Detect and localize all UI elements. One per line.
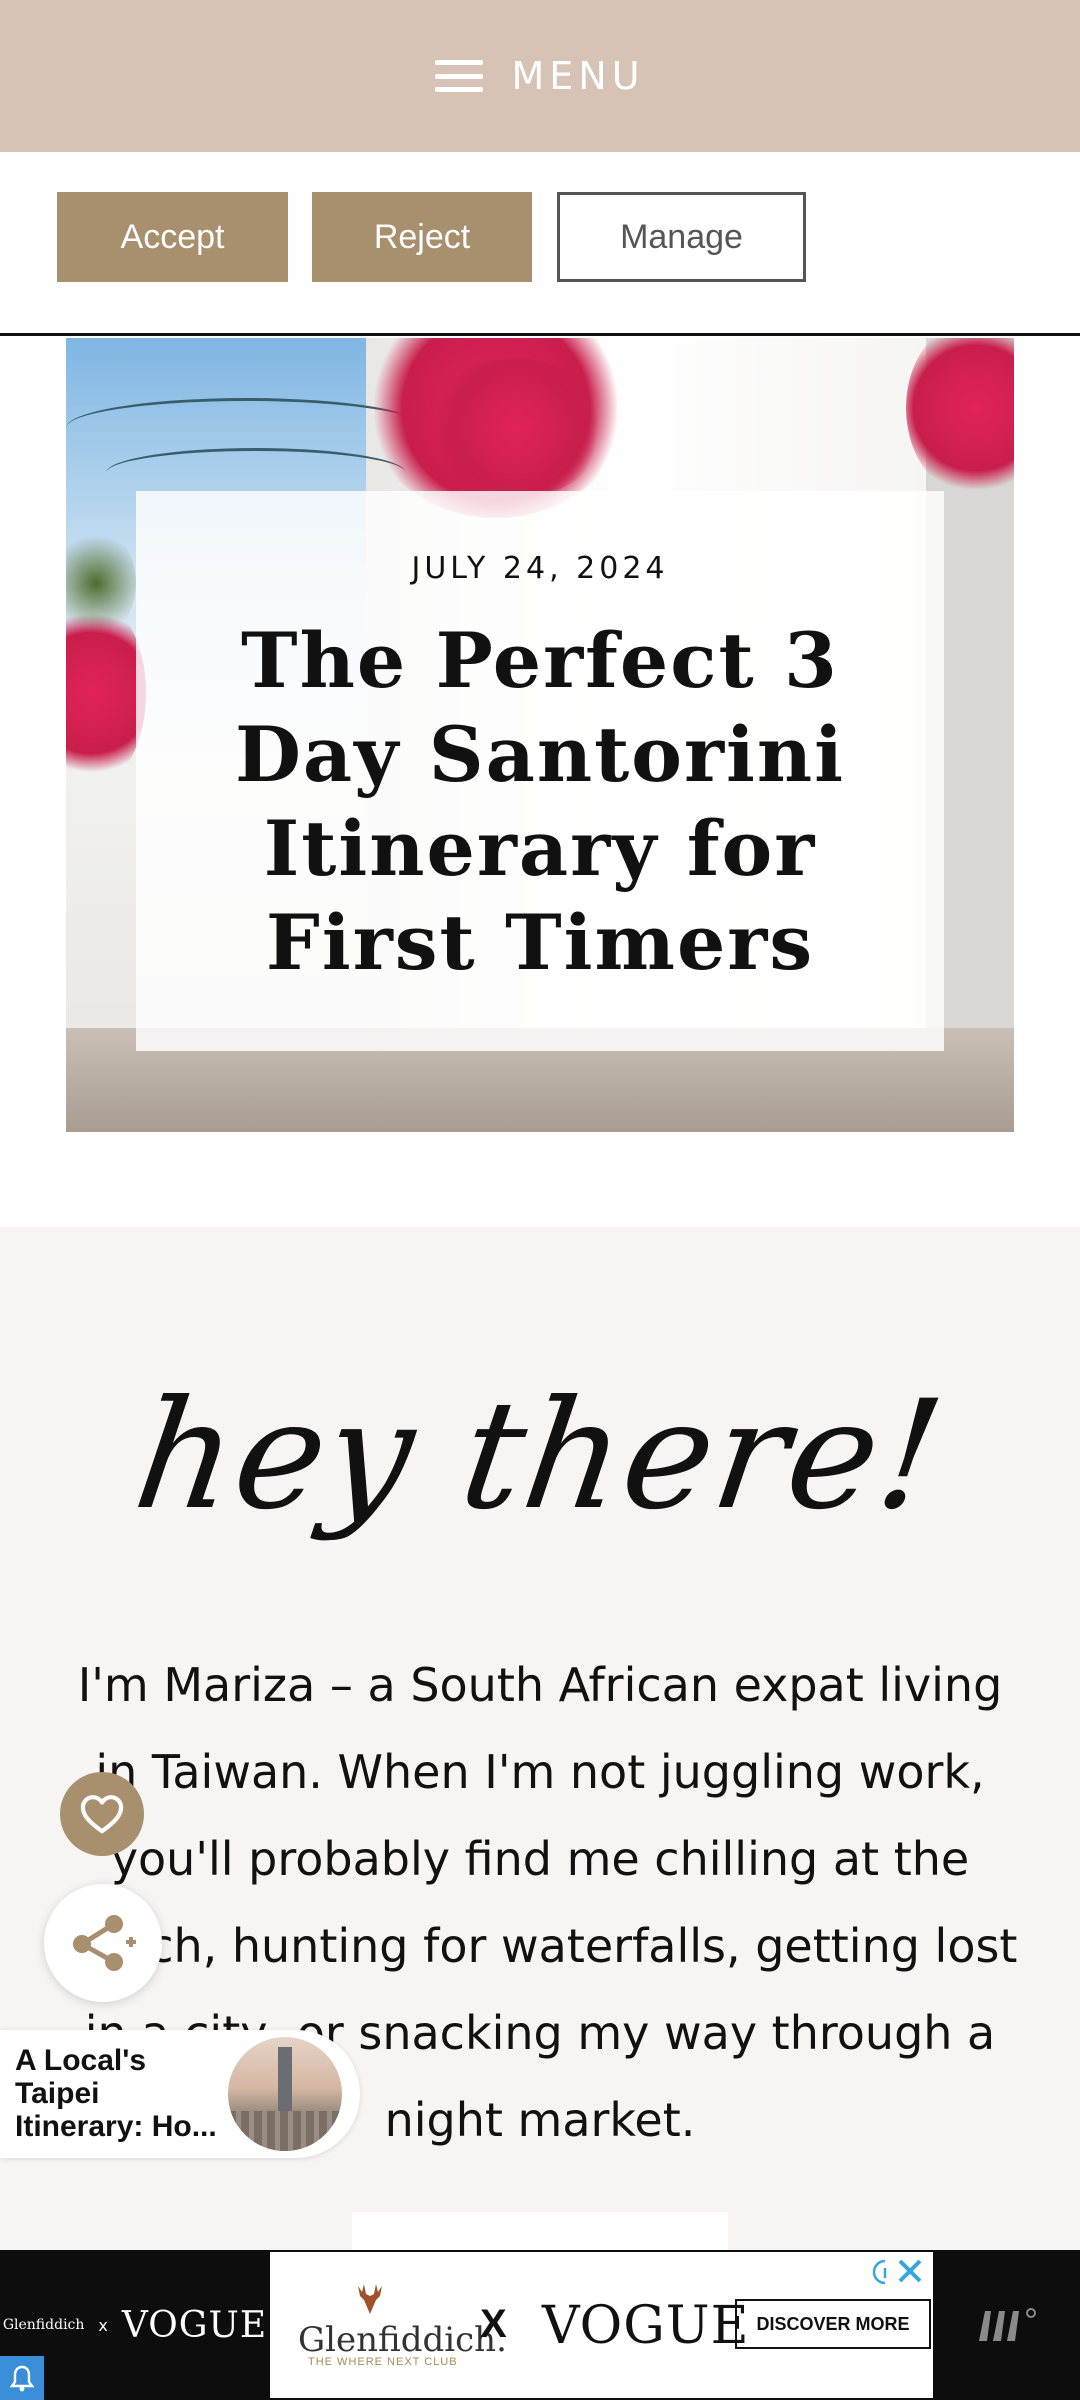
post-date: JULY 24, 2024	[411, 551, 669, 586]
stag-logo-icon	[358, 2284, 382, 2314]
hero-image[interactable]: JULY 24, 2024 The Perfect 3 Day Santorin…	[66, 338, 1014, 1132]
ad-creative[interactable]: Glenfiddich. THE WHERE NEXT CLUB X VOGUE…	[270, 2252, 933, 2398]
ad-banner[interactable]: Glenfiddich x VOGUE Glenfiddich. THE WHE…	[0, 2250, 1080, 2400]
ad-info-icon[interactable]	[865, 2258, 893, 2286]
share-button[interactable]	[44, 1884, 162, 2002]
hamburger-icon	[435, 60, 484, 92]
post-title-card: JULY 24, 2024 The Perfect 3 Day Santorin…	[136, 491, 944, 1051]
ad-vogue: VOGUE	[542, 2296, 750, 2356]
publisher-logo-icon	[978, 2308, 1036, 2341]
ad-x: X	[480, 2302, 507, 2346]
related-post-title: A Local's Taipei Itinerary: Ho...	[15, 2044, 217, 2143]
discover-more-button[interactable]: DISCOVER MORE	[735, 2299, 931, 2349]
reject-button[interactable]: Reject	[312, 192, 532, 282]
menu-label: MENU	[511, 54, 645, 98]
related-post-thumbnail	[228, 2037, 342, 2151]
ad-left-brand: Glenfiddich	[2, 2317, 85, 2333]
accept-button[interactable]: Accept	[57, 192, 288, 282]
heart-icon	[80, 1795, 124, 1834]
ad-brand: Glenfiddich.	[298, 2320, 507, 2360]
ad-right-logo	[933, 2250, 1080, 2400]
related-post-link[interactable]: A Local's Taipei Itinerary: Ho...	[0, 2030, 360, 2158]
header-bar: MENU	[0, 0, 1080, 152]
post-title[interactable]: The Perfect 3 Day Santorini Itinerary fo…	[170, 614, 910, 990]
favorite-button[interactable]	[60, 1772, 144, 1856]
about-heading: hey there!	[125, 1369, 955, 1543]
ad-close-icon[interactable]	[895, 2256, 927, 2288]
ad-left-vogue: VOGUE	[121, 2304, 268, 2346]
cookie-banner: Accept Reject Manage	[0, 152, 1080, 336]
ad-brand-sub: THE WHERE NEXT CLUB	[308, 2356, 458, 2368]
menu-button[interactable]: MENU	[435, 54, 644, 98]
manage-button[interactable]: Manage	[557, 192, 806, 282]
notification-bell-icon[interactable]	[0, 2356, 44, 2400]
ad-left-x: x	[98, 2315, 108, 2335]
share-icon	[73, 1915, 136, 1971]
